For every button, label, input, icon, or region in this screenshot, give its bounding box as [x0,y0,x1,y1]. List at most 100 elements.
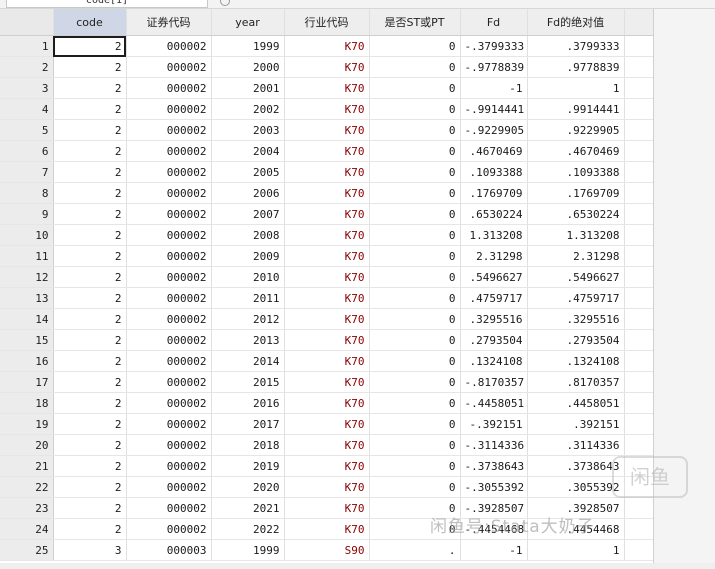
data-cell[interactable]: 2 [53,203,127,225]
corner-cell[interactable] [0,9,54,36]
data-cell[interactable]: .9229905 [527,119,625,141]
row-number[interactable]: 15 [0,329,54,351]
data-cell[interactable]: .2793504 [460,329,528,351]
data-cell[interactable]: -1 [460,77,528,99]
row-number[interactable]: 4 [0,98,54,120]
row-number[interactable]: 22 [0,476,54,498]
data-cell[interactable]: 1999 [211,35,285,57]
row-number[interactable]: 2 [0,56,54,78]
data-cell[interactable]: 000002 [126,161,212,183]
data-cell[interactable]: .6530224 [460,203,528,225]
data-cell[interactable]: 0 [369,35,461,57]
data-cell[interactable]: 000002 [126,245,212,267]
data-cell[interactable]: 000002 [126,140,212,162]
data-cell[interactable]: 2 [53,224,127,246]
data-cell[interactable]: K70 [284,203,370,225]
cell-name-box[interactable]: code[1] [6,0,208,8]
data-cell[interactable]: 0 [369,161,461,183]
data-cell[interactable]: 2014 [211,350,285,372]
data-cell[interactable]: 000002 [126,455,212,477]
data-cell[interactable]: -.392151 [460,413,528,435]
column-header[interactable]: 行业代码 [284,9,370,36]
data-cell[interactable]: K70 [284,518,370,540]
row-number[interactable]: 19 [0,413,54,435]
row-number[interactable]: 8 [0,182,54,204]
data-cell[interactable]: 0 [369,434,461,456]
data-cell[interactable]: 2.31298 [527,245,625,267]
data-cell[interactable]: K70 [284,161,370,183]
data-cell[interactable]: K70 [284,392,370,414]
data-cell[interactable]: .1324108 [460,350,528,372]
data-cell[interactable]: 1.313208 [527,224,625,246]
data-cell[interactable]: 000002 [126,77,212,99]
data-cell[interactable]: 0 [369,287,461,309]
data-cell[interactable]: 0 [369,77,461,99]
data-cell[interactable]: .4670469 [460,140,528,162]
data-cell[interactable]: 0 [369,119,461,141]
data-cell[interactable]: 2 [53,518,127,540]
data-cell[interactable]: 000002 [126,434,212,456]
data-cell[interactable]: 2022 [211,518,285,540]
data-cell[interactable]: -1 [460,539,528,561]
data-cell[interactable]: K70 [284,497,370,519]
data-cell[interactable]: .9778839 [527,56,625,78]
data-cell[interactable]: .6530224 [527,203,625,225]
data-cell[interactable]: 0 [369,455,461,477]
data-cell[interactable]: 2004 [211,140,285,162]
data-cell[interactable]: .392151 [527,413,625,435]
data-cell[interactable]: 000002 [126,182,212,204]
data-cell[interactable]: K70 [284,308,370,330]
data-cell[interactable]: .4759717 [460,287,528,309]
row-number[interactable]: 5 [0,119,54,141]
row-number[interactable]: 25 [0,539,54,561]
data-cell[interactable]: 000002 [126,392,212,414]
data-cell[interactable]: .1769709 [527,182,625,204]
row-number[interactable]: 13 [0,287,54,309]
data-cell[interactable]: -.3055392 [460,476,528,498]
data-cell[interactable]: 000002 [126,413,212,435]
data-cell[interactable]: K70 [284,476,370,498]
data-cell[interactable]: K70 [284,371,370,393]
data-cell[interactable]: .4759717 [527,287,625,309]
data-cell[interactable]: K70 [284,140,370,162]
data-cell[interactable]: 000002 [126,497,212,519]
data-cell[interactable]: .1324108 [527,350,625,372]
data-cell[interactable]: .5496627 [460,266,528,288]
data-cell[interactable]: 2 [53,140,127,162]
data-cell[interactable]: K70 [284,434,370,456]
data-cell[interactable]: 000002 [126,98,212,120]
data-cell[interactable]: 2 [53,56,127,78]
data-cell[interactable]: .1769709 [460,182,528,204]
data-cell[interactable]: 2006 [211,182,285,204]
column-header[interactable]: Fd的绝对值 [527,9,625,36]
data-cell[interactable]: 2.31298 [460,245,528,267]
data-cell[interactable]: 2010 [211,266,285,288]
data-cell[interactable]: 2 [53,182,127,204]
data-cell[interactable]: .4458051 [527,392,625,414]
row-number[interactable]: 14 [0,308,54,330]
data-cell[interactable]: 2012 [211,308,285,330]
data-cell[interactable]: .1093388 [527,161,625,183]
row-number[interactable]: 6 [0,140,54,162]
data-cell[interactable]: .8170357 [527,371,625,393]
data-cell[interactable]: 2 [53,161,127,183]
data-cell[interactable]: 000002 [126,56,212,78]
data-cell[interactable]: .3055392 [527,476,625,498]
data-cell[interactable]: -.8170357 [460,371,528,393]
data-cell[interactable]: -.4458051 [460,392,528,414]
data-cell[interactable]: .1093388 [460,161,528,183]
column-header[interactable]: 是否ST或PT [369,9,461,36]
data-cell[interactable]: 0 [369,182,461,204]
data-cell[interactable]: .2793504 [527,329,625,351]
data-cell[interactable]: 0 [369,371,461,393]
data-cell[interactable]: K70 [284,77,370,99]
data-cell[interactable]: 2007 [211,203,285,225]
data-cell[interactable]: 2 [53,245,127,267]
data-cell[interactable]: K70 [284,119,370,141]
data-cell[interactable]: 0 [369,329,461,351]
data-cell[interactable]: 0 [369,203,461,225]
data-cell[interactable]: .3295516 [460,308,528,330]
data-cell[interactable]: 3 [53,539,127,561]
data-cell[interactable]: K70 [284,266,370,288]
data-cell[interactable]: 2011 [211,287,285,309]
